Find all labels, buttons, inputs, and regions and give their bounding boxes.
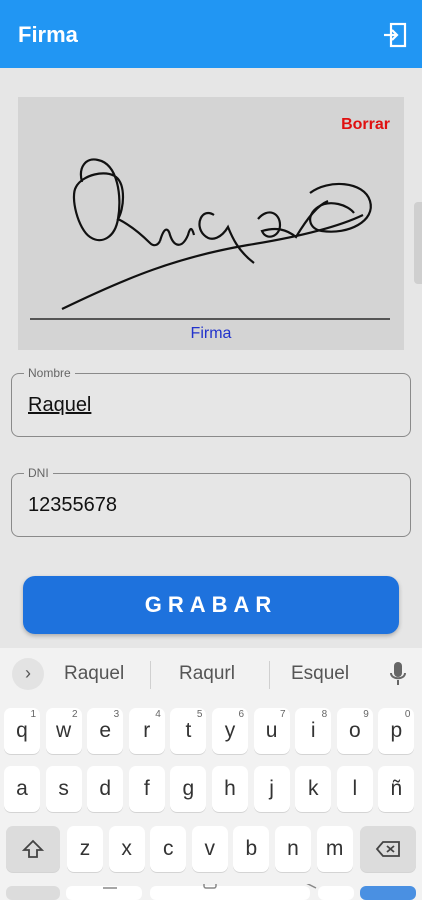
key-label: k bbox=[307, 777, 319, 800]
key[interactable]: c bbox=[150, 826, 187, 872]
microphone-icon[interactable] bbox=[388, 660, 408, 688]
key-number-hint: 8 bbox=[321, 709, 328, 720]
key[interactable]: e3 bbox=[87, 708, 124, 754]
shift-icon bbox=[21, 839, 45, 858]
key-label: w bbox=[56, 719, 72, 742]
key-label: m bbox=[325, 837, 344, 860]
key-number-hint: 9 bbox=[363, 709, 369, 720]
key-label: y bbox=[224, 719, 236, 742]
key-label: a bbox=[16, 777, 28, 800]
nombre-field[interactable]: Nombre Raquel bbox=[11, 366, 411, 437]
key-label: ñ bbox=[390, 777, 403, 800]
suggestion-2[interactable]: Raqurl bbox=[179, 663, 235, 685]
edge-panel-handle[interactable] bbox=[414, 202, 422, 284]
key-label: o bbox=[348, 719, 361, 742]
key[interactable]: j bbox=[253, 766, 290, 812]
key-number-hint: 5 bbox=[196, 709, 203, 720]
suggestion-bar: › Raquel Raqurl Esquel bbox=[0, 648, 422, 700]
key[interactable]: p0 bbox=[378, 708, 415, 754]
key-label: v bbox=[204, 837, 216, 860]
backspace-icon bbox=[375, 841, 400, 857]
key-label: r bbox=[143, 719, 151, 742]
page-title: Firma bbox=[18, 22, 78, 47]
key[interactable]: w2 bbox=[45, 708, 82, 754]
key[interactable]: i8 bbox=[295, 708, 332, 754]
backspace-key[interactable] bbox=[360, 826, 416, 872]
signature-pad[interactable]: Borrar Firma bbox=[18, 97, 404, 350]
expand-toolbar-icon[interactable]: › bbox=[12, 658, 44, 690]
suggestion-3[interactable]: Esquel bbox=[291, 663, 349, 685]
signature-stroke bbox=[61, 158, 372, 310]
key-label: q bbox=[16, 719, 28, 742]
key[interactable]: k bbox=[295, 766, 332, 812]
key[interactable]: z bbox=[67, 826, 103, 872]
key[interactable]: s bbox=[45, 766, 82, 812]
key[interactable]: y6 bbox=[212, 708, 248, 754]
key[interactable]: o9 bbox=[336, 708, 373, 754]
navigation-bar bbox=[6, 884, 416, 900]
key[interactable]: n bbox=[275, 826, 311, 872]
key[interactable]: f bbox=[128, 766, 165, 812]
key-label: u bbox=[265, 719, 278, 742]
key-label: s bbox=[58, 777, 69, 800]
key[interactable]: l bbox=[336, 766, 373, 812]
key-number-hint: 2 bbox=[72, 709, 78, 720]
key-number-hint: 4 bbox=[155, 709, 161, 720]
key[interactable]: ñ bbox=[378, 766, 415, 812]
key[interactable]: u7 bbox=[253, 708, 290, 754]
key-number-hint: 6 bbox=[238, 709, 244, 720]
key-label: t bbox=[185, 719, 192, 742]
shift-key[interactable] bbox=[6, 826, 60, 872]
app-bar: Firma bbox=[0, 0, 422, 68]
suggestion-1[interactable]: Raquel bbox=[64, 663, 124, 685]
key-label: b bbox=[245, 837, 258, 860]
dni-label: DNI bbox=[24, 466, 53, 480]
grabar-button[interactable]: GRABAR bbox=[23, 576, 399, 634]
key-label: f bbox=[143, 777, 150, 800]
key-label: c bbox=[162, 837, 174, 860]
key[interactable]: v bbox=[191, 826, 228, 872]
nombre-input[interactable]: Raquel bbox=[28, 394, 91, 417]
key-label: h bbox=[224, 777, 236, 800]
suggestion-divider bbox=[150, 661, 151, 689]
key[interactable]: t5 bbox=[170, 708, 207, 754]
key-label: e bbox=[99, 719, 112, 742]
key[interactable]: g bbox=[170, 766, 207, 812]
nombre-label: Nombre bbox=[24, 366, 75, 380]
dni-input[interactable]: 12355678 bbox=[28, 494, 117, 517]
key-label: d bbox=[99, 777, 112, 800]
key[interactable]: r4 bbox=[128, 708, 165, 754]
key-label: p bbox=[390, 719, 403, 742]
key[interactable]: a bbox=[4, 766, 40, 812]
key-number-hint: 3 bbox=[113, 709, 120, 720]
exit-icon[interactable] bbox=[382, 22, 408, 48]
key-label: i bbox=[310, 719, 316, 742]
key-label: g bbox=[182, 777, 195, 800]
key-label: z bbox=[79, 837, 91, 860]
dni-field[interactable]: DNI 12355678 bbox=[11, 466, 411, 537]
key[interactable]: d bbox=[87, 766, 124, 812]
key-number-hint: 0 bbox=[404, 709, 411, 720]
key[interactable]: m bbox=[316, 826, 353, 872]
key-number-hint: 7 bbox=[280, 709, 286, 720]
key[interactable]: x bbox=[108, 826, 145, 872]
signature-line bbox=[30, 318, 390, 320]
key-label: n bbox=[287, 837, 299, 860]
key[interactable]: b bbox=[233, 826, 270, 872]
key[interactable]: h bbox=[212, 766, 248, 812]
suggestion-divider bbox=[269, 661, 270, 689]
key-label: j bbox=[269, 777, 274, 800]
key[interactable]: q1 bbox=[4, 708, 40, 754]
key-label: l bbox=[352, 777, 358, 800]
key-label: x bbox=[121, 837, 132, 860]
key-number-hint: 1 bbox=[30, 709, 36, 720]
signature-caption: Firma bbox=[190, 325, 232, 342]
soft-keyboard: › Raquel Raqurl Esquel q1w2e3r4t5y6u7i8o… bbox=[0, 648, 422, 900]
